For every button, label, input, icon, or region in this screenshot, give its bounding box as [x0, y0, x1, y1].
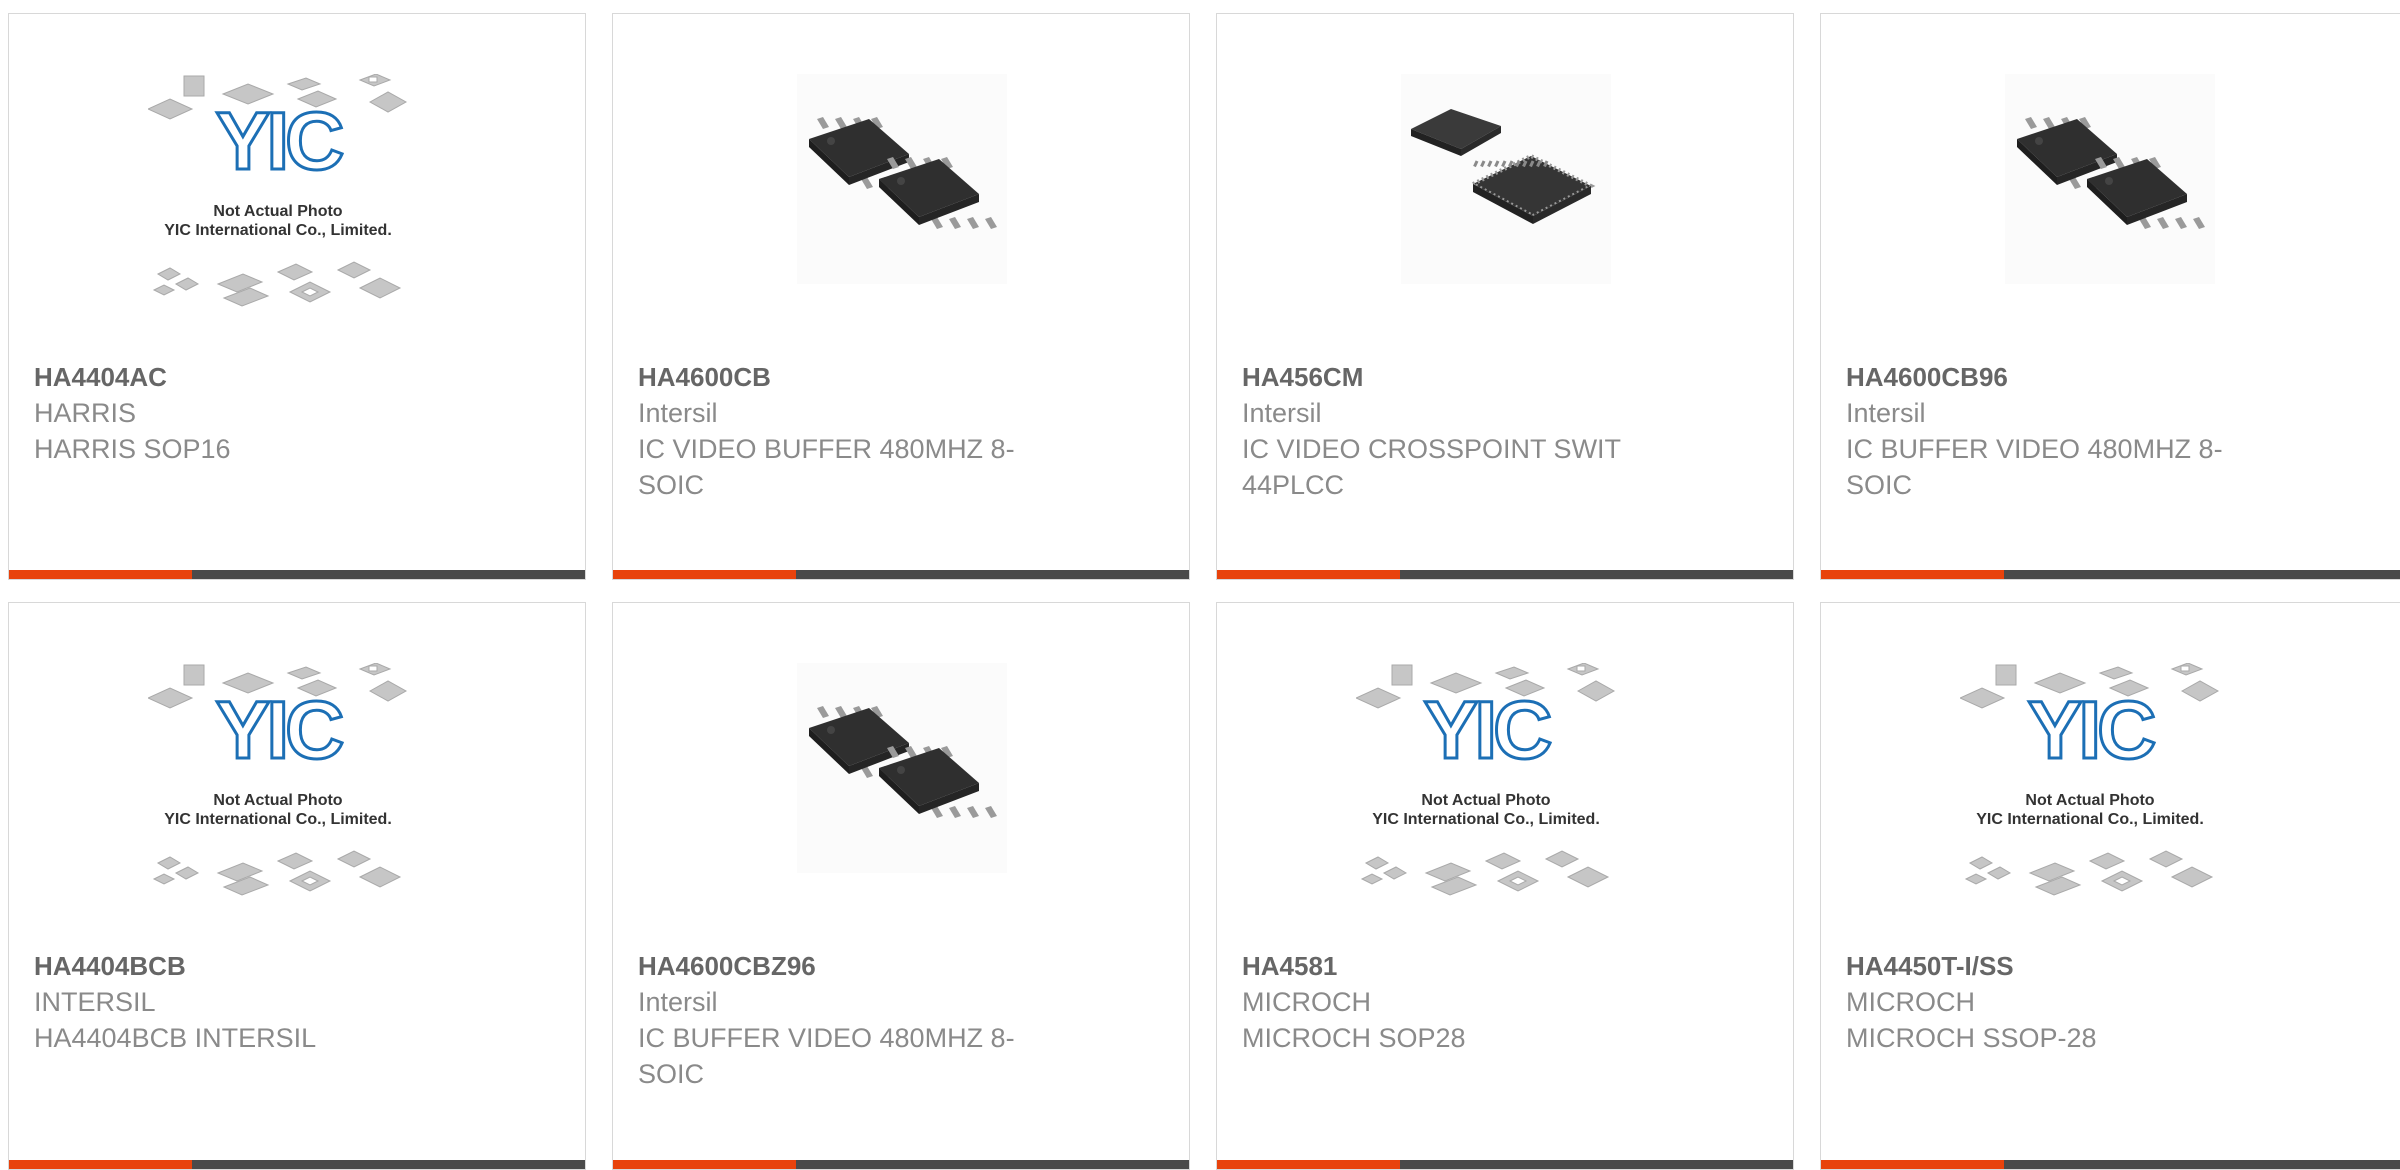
- product-info: HA4404AC HARRIS HARRIS SOP16: [34, 359, 554, 467]
- card-footer-bar: [9, 1160, 585, 1169]
- svg-text:YIC: YIC: [2028, 685, 2154, 776]
- product-info: HA4404BCB INTERSIL HA4404BCB INTERSIL: [34, 948, 554, 1056]
- product-image-placeholder[interactable]: YIC Not Actual Photo YIC International C…: [9, 74, 585, 358]
- svg-text:YIC International Co., Limited: YIC International Co., Limited.: [1976, 811, 2204, 828]
- part-number[interactable]: HA4581: [1242, 948, 1762, 984]
- description: IC VIDEO BUFFER 480MHZ 8-SOIC: [638, 434, 1015, 500]
- part-number[interactable]: HA4600CBZ96: [638, 948, 1158, 984]
- card-accent-bar: [613, 1160, 796, 1169]
- card-footer-bar: [613, 570, 1189, 579]
- product-card[interactable]: HA4600CBZ96 Intersil IC BUFFER VIDEO 480…: [612, 602, 1190, 1170]
- card-accent-bar: [9, 1160, 192, 1169]
- part-number[interactable]: HA4404BCB: [34, 948, 554, 984]
- svg-text:YIC: YIC: [216, 96, 342, 187]
- manufacturer: INTERSIL: [34, 987, 156, 1017]
- yic-placeholder-icon: YIC Not Actual Photo YIC International C…: [148, 74, 408, 307]
- card-accent-bar: [9, 570, 192, 579]
- card-footer-bar: [9, 570, 585, 579]
- soic8-chip-icon: [797, 74, 1007, 284]
- yic-placeholder-icon: YIC Not Actual Photo YIC International C…: [1356, 663, 1616, 896]
- description: HARRIS SOP16: [34, 434, 231, 464]
- product-image-placeholder[interactable]: YIC Not Actual Photo YIC International C…: [1217, 663, 1793, 947]
- manufacturer: Intersil: [638, 398, 718, 428]
- description: HA4404BCB INTERSIL: [34, 1023, 317, 1053]
- card-footer-bar: [1217, 570, 1793, 579]
- card-accent-bar: [1217, 570, 1400, 579]
- description: IC BUFFER VIDEO 480MHZ 8-SOIC: [638, 1023, 1015, 1089]
- product-card[interactable]: YIC Not Actual Photo YIC International C…: [1820, 602, 2400, 1170]
- svg-text:YIC International Co., Limited: YIC International Co., Limited.: [164, 811, 392, 828]
- card-footer-bar: [1217, 1160, 1793, 1169]
- manufacturer: Intersil: [1242, 398, 1322, 428]
- yic-placeholder-icon: YIC Not Actual Photo YIC International C…: [1960, 663, 2220, 896]
- product-grid: YIC Not Actual Photo YIC International C…: [0, 0, 2400, 1170]
- product-card[interactable]: YIC Not Actual Photo YIC International C…: [1216, 602, 1794, 1170]
- card-footer-bar: [613, 1160, 1189, 1169]
- product-info: HA4600CB Intersil IC VIDEO BUFFER 480MHZ…: [638, 359, 1158, 503]
- card-accent-bar: [613, 570, 796, 579]
- soic8-chip-icon: [2005, 74, 2215, 284]
- product-card[interactable]: YIC Not Actual Photo YIC International C…: [8, 602, 586, 1170]
- description: IC VIDEO CROSSPOINT SWIT 44PLCC: [1242, 434, 1621, 500]
- product-info: HA4600CBZ96 Intersil IC BUFFER VIDEO 480…: [638, 948, 1158, 1092]
- manufacturer: HARRIS: [34, 398, 137, 428]
- plcc44-chip-icon: [1401, 74, 1611, 284]
- product-image-placeholder[interactable]: YIC Not Actual Photo YIC International C…: [1821, 663, 2399, 947]
- manufacturer: Intersil: [1846, 398, 1926, 428]
- part-number[interactable]: HA4450T-I/SS: [1846, 948, 2366, 984]
- soic8-chip-icon: [797, 663, 1007, 873]
- card-accent-bar: [1217, 1160, 1400, 1169]
- product-card[interactable]: HA4600CB Intersil IC VIDEO BUFFER 480MHZ…: [612, 13, 1190, 580]
- svg-text:Not Actual Photo: Not Actual Photo: [2025, 792, 2154, 809]
- product-card[interactable]: YIC Not Actual Photo YIC International C…: [8, 13, 586, 580]
- part-number[interactable]: HA456CM: [1242, 359, 1762, 395]
- svg-text:Not Actual Photo: Not Actual Photo: [213, 792, 342, 809]
- product-info: HA4450T-I/SS MICROCH MICROCH SSOP-28: [1846, 948, 2366, 1056]
- description: MICROCH SSOP-28: [1846, 1023, 2097, 1053]
- description: MICROCH SOP28: [1242, 1023, 1466, 1053]
- svg-text:YIC International Co., Limited: YIC International Co., Limited.: [164, 222, 392, 239]
- product-info: HA456CM Intersil IC VIDEO CROSSPOINT SWI…: [1242, 359, 1762, 503]
- manufacturer: Intersil: [638, 987, 718, 1017]
- manufacturer: MICROCH: [1846, 987, 1975, 1017]
- svg-text:Not Actual Photo: Not Actual Photo: [213, 203, 342, 220]
- product-card[interactable]: HA4600CB96 Intersil IC BUFFER VIDEO 480M…: [1820, 13, 2400, 580]
- card-accent-bar: [1821, 1160, 2004, 1169]
- part-number[interactable]: HA4600CB96: [1846, 359, 2366, 395]
- product-image-soic8[interactable]: [613, 663, 1189, 947]
- product-image-placeholder[interactable]: YIC Not Actual Photo YIC International C…: [9, 663, 585, 947]
- product-info: HA4600CB96 Intersil IC BUFFER VIDEO 480M…: [1846, 359, 2366, 503]
- card-footer-bar: [1821, 1160, 2400, 1169]
- product-image-soic8[interactable]: [613, 74, 1189, 358]
- card-accent-bar: [1821, 570, 2004, 579]
- description: IC BUFFER VIDEO 480MHZ 8-SOIC: [1846, 434, 2223, 500]
- part-number[interactable]: HA4404AC: [34, 359, 554, 395]
- product-info: HA4581 MICROCH MICROCH SOP28: [1242, 948, 1762, 1056]
- yic-placeholder-icon: YIC Not Actual Photo YIC International C…: [148, 663, 408, 896]
- manufacturer: MICROCH: [1242, 987, 1371, 1017]
- svg-text:Not Actual Photo: Not Actual Photo: [1421, 792, 1550, 809]
- product-card[interactable]: HA456CM Intersil IC VIDEO CROSSPOINT SWI…: [1216, 13, 1794, 580]
- product-image-plcc44[interactable]: [1217, 74, 1793, 358]
- product-image-soic8[interactable]: [1821, 74, 2399, 358]
- svg-text:YIC: YIC: [216, 685, 342, 776]
- svg-text:YIC International Co., Limited: YIC International Co., Limited.: [1372, 811, 1600, 828]
- part-number[interactable]: HA4600CB: [638, 359, 1158, 395]
- card-footer-bar: [1821, 570, 2400, 579]
- svg-text:YIC: YIC: [1424, 685, 1550, 776]
